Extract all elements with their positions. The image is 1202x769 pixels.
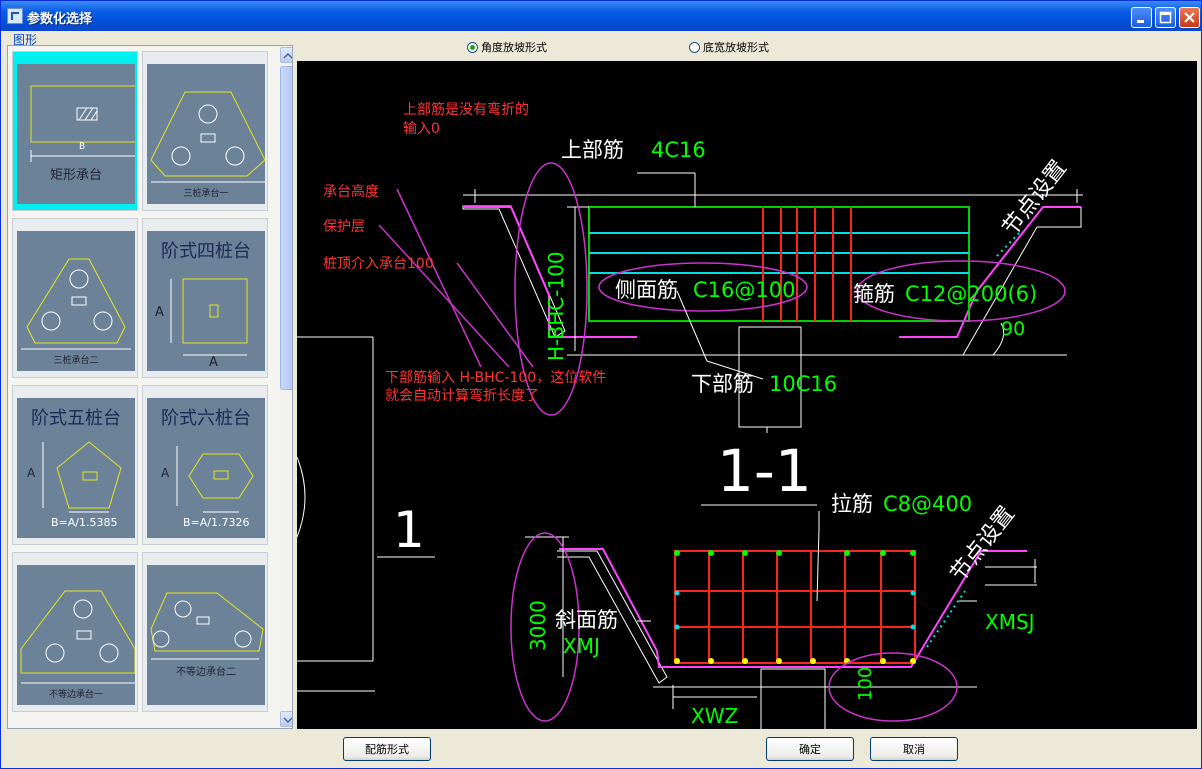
window-title: 参数化选择 [27,12,93,27]
thumb-caption: 矩形承台 [49,168,102,183]
maximize-button[interactable] [1155,7,1176,28]
thumb-caption: 不等边承台二 [176,667,236,678]
note-bottom-bar-2: 就会自动计算弯折长度了 [385,387,539,404]
radio-angle-slope[interactable]: 角度放坡形式 [467,39,547,55]
section-title: 1-1 [717,437,812,505]
label-tie: 拉筋 [831,492,873,516]
radio-dot-checked [467,41,478,53]
label-angle: 90 [1001,318,1025,340]
dim-label-a2: A [209,355,218,370]
dim-label-b: B=A/1.7326 [183,516,250,529]
rebar-form-button[interactable]: 配筋形式 [343,737,431,761]
ok-button[interactable]: 确定 [766,737,854,761]
note-top-bar-1: 上部筋是没有弯折的 [403,101,529,118]
shape-thumb-rect[interactable]: B 矩形承台 [12,51,138,211]
scroll-down-button[interactable] [280,711,292,727]
thumb-caption: 三桩承台二 [53,356,99,366]
scroll-thumb[interactable] [280,66,292,390]
shape-thumb-step-5[interactable]: 阶式五桩台 A B=A/1.5385 [12,385,138,545]
value-top-bar: 4C16 [651,138,706,162]
preview-canvas: 上部筋是没有弯折的 输入0 承台高度 保护层 桩顶介入承台100 下部筋输入 H… [297,61,1197,729]
app-icon [7,8,23,24]
dim-label-a: A [161,466,170,480]
dim-label-b: B=A/1.5385 [51,516,118,529]
thumb-caption: 三桩承台一 [183,189,229,199]
shape-thumb-tri-1[interactable]: 三桩承台一 [142,51,268,211]
shape-list-scrollbar[interactable] [280,46,292,728]
label-stirrup: 箍筋 [853,282,895,306]
label-top-bar: 上部筋 [561,138,624,162]
dim-label-a: A [155,305,164,320]
label-xmsj: XMSJ [985,610,1035,634]
label-cover: 保护层 [323,219,365,235]
label-bottom-bar: 下部筋 [691,372,754,396]
shape-list-panel: B 矩形承台 三桩承台一 三桩承台二 阶式四桩台 A A 阶式五桩台 A B=A… [7,45,293,729]
dim-3000: 3000 [526,600,550,651]
label-xmj: XMJ [563,634,600,658]
label-slope-bar: 斜面筋 [555,608,618,632]
label-xwz: XWZ [691,704,738,728]
dialog-window: 参数化选择 图形 B 矩形承台 三桩承台一 三桩承台二 阶式四桩台 A A 阶式… [0,0,1202,769]
dim-100: 100 [855,667,876,701]
value-stirrup: C12@200(6) [905,282,1037,306]
scroll-up-button[interactable] [280,47,292,63]
thumb-caption: 不等边承台一 [48,690,103,700]
label-side-bar: 侧面筋 [615,278,678,302]
radio-dot [689,41,700,53]
title-bar[interactable]: 参数化选择 [1,1,1201,31]
label-cap-height: 承台高度 [323,183,379,200]
label-node-setting-1: 节点设置 [998,156,1072,241]
label-vertical-height: H-BHC-100 [544,251,568,361]
shape-thumb-step-4[interactable]: 阶式四桩台 A A [142,218,268,378]
dim-label-b: B [79,142,86,152]
section-mark: 1 [393,501,425,559]
minimize-button[interactable] [1131,7,1152,28]
value-bottom-bar: 10C16 [769,372,837,396]
radio-label: 角度放坡形式 [481,41,547,54]
label-pile-embed: 桩顶介入承台100 [323,255,434,272]
cancel-button[interactable]: 取消 [870,737,958,761]
shape-thumb-uneq-1[interactable]: 不等边承台一 [12,552,138,712]
shape-thumb-step-6[interactable]: 阶式六桩台 A B=A/1.7326 [142,385,268,545]
note-bottom-bar-1: 下部筋输入 H-BHC-100，这位软件 [385,369,606,386]
radio-width-slope[interactable]: 底宽放坡形式 [689,39,769,55]
note-top-bar-2: 输入0 [403,121,440,137]
shape-thumb-uneq-2[interactable]: 不等边承台二 [142,552,268,712]
dim-label-a: A [27,466,36,480]
radio-label: 底宽放坡形式 [703,41,769,54]
value-side-bar: C16@100 [693,278,795,302]
slope-option-bar: 角度放坡形式 底宽放坡形式 [297,35,1197,59]
value-tie: C8@400 [883,492,972,516]
shape-thumb-tri-2[interactable]: 三桩承台二 [12,218,138,378]
close-button[interactable] [1179,7,1200,28]
